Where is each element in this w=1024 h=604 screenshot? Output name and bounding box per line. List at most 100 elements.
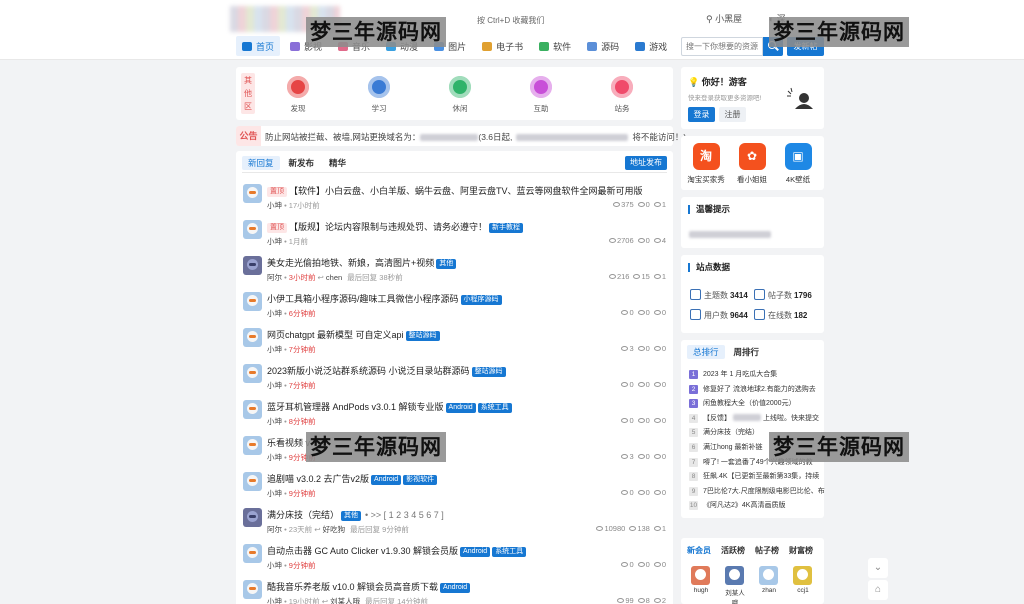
thread-title[interactable]: 乐看视频 v bbox=[267, 436, 310, 449]
category-badge[interactable]: 整站源码 bbox=[471, 367, 506, 377]
avatar[interactable] bbox=[243, 508, 262, 527]
thread-row[interactable]: 美女走光偷拍地铁、新娘，高清图片+视频 其他 阿尔 • 3小时前 ↩ chen 最后回… bbox=[236, 250, 673, 286]
member[interactable]: hugh bbox=[691, 566, 711, 594]
category-badge[interactable]: Android bbox=[445, 403, 476, 413]
nav-item[interactable]: 首页 bbox=[236, 36, 281, 56]
category-badge[interactable]: 其他 bbox=[436, 259, 457, 269]
thread-title[interactable]: 网页chatgpt 最新模型 可自定义api 整站源码 bbox=[267, 328, 440, 341]
avatar[interactable] bbox=[243, 220, 262, 239]
quick-link[interactable]: 站务 bbox=[602, 76, 642, 114]
rank-item[interactable]: 10 《阿凡达2》4K高清画质版 bbox=[689, 500, 785, 511]
nav-item[interactable]: 源码 bbox=[581, 36, 625, 56]
category-badge[interactable]: Android bbox=[460, 547, 491, 557]
tab-new-members[interactable]: 新会员 bbox=[687, 545, 711, 556]
thread-title[interactable]: 自动点击器 GC Auto Clicker v1.9.30 解锁会员版 Andro… bbox=[267, 544, 527, 557]
rank-item[interactable]: 4 【反馈】 上线啦。快来提交 bbox=[689, 413, 819, 423]
avatar[interactable] bbox=[243, 292, 262, 311]
avatar[interactable] bbox=[243, 256, 262, 275]
rank-item[interactable]: 2 修复好了 流浪地球2.有能力的选购去 bbox=[689, 384, 816, 394]
app-link[interactable]: 淘淘宝买家秀 bbox=[684, 143, 728, 185]
app-link[interactable]: ✿ 看小姐姐 bbox=[730, 143, 774, 185]
quick-link[interactable]: 休闲 bbox=[440, 76, 480, 114]
tab-active-members[interactable]: 活跃榜 bbox=[721, 545, 745, 556]
category-badge[interactable]: 影视软件 bbox=[403, 475, 438, 485]
thread-row[interactable]: 小伊工具箱小程序源码/趣味工具微信小程序源码 小程序源码 小坤 • 6分钟前 0 0 0 bbox=[236, 286, 673, 322]
login-button[interactable]: 登录 bbox=[688, 107, 715, 122]
blackroom-link[interactable]: ⚲ 小黑屋 bbox=[706, 14, 754, 24]
member[interactable]: 刘某人哦 bbox=[725, 566, 745, 604]
nav-item[interactable]: 电子书 bbox=[476, 36, 529, 56]
avatar[interactable] bbox=[793, 566, 812, 585]
last-replier[interactable]: 好吃狗 bbox=[323, 525, 346, 534]
quick-link[interactable]: 发现 bbox=[278, 76, 318, 114]
quick-link[interactable]: 互助 bbox=[521, 76, 561, 114]
thread-author[interactable]: 小坤 bbox=[267, 597, 282, 604]
address-publish-button[interactable]: 地址发布 bbox=[625, 156, 667, 170]
thread-title[interactable]: 酷我音乐养老版 v10.0 解锁会员高音质下载 Android bbox=[267, 580, 471, 593]
thread-row[interactable]: 追剧喵 v3.0.2 去广告v2版 Android 影视软件 小坤 • 9分钟前 0 0 0 bbox=[236, 466, 673, 502]
last-replier[interactable]: 刘某人哦 bbox=[330, 597, 360, 604]
thread-pages[interactable]: • >> [ 1 2 3 4 5 6 7 ] bbox=[365, 510, 444, 520]
thread-author[interactable]: 阿尔 bbox=[267, 273, 282, 282]
thread-title[interactable]: 2023新版小说泛站群系统源码 小说泛目录站群源码 整站源码 bbox=[267, 364, 506, 377]
thread-author[interactable]: 小坤 bbox=[267, 417, 282, 426]
avatar[interactable] bbox=[243, 400, 262, 419]
avatar[interactable] bbox=[243, 544, 262, 563]
category-badge[interactable]: 小程序源码 bbox=[460, 295, 502, 305]
thread-row[interactable]: 2023新版小说泛站群系统源码 小说泛目录站群源码 整站源码 小坤 • 7分钟前 0 0… bbox=[236, 358, 673, 394]
tab-featured[interactable]: 精华 bbox=[323, 156, 352, 170]
thread-title[interactable]: 小伊工具箱小程序源码/趣味工具微信小程序源码 小程序源码 bbox=[267, 292, 502, 305]
home-icon[interactable]: ⌂ bbox=[868, 580, 888, 600]
tab-new-posts[interactable]: 新发布 bbox=[283, 156, 321, 170]
nav-item[interactable]: 游戏 bbox=[629, 36, 673, 56]
member[interactable]: zhan bbox=[759, 566, 779, 594]
tab-weekly-rank[interactable]: 周排行 bbox=[728, 345, 766, 359]
thread-row[interactable]: 自动点击器 GC Auto Clicker v1.9.30 解锁会员版 Andro… bbox=[236, 538, 673, 574]
category-badge[interactable]: Android bbox=[371, 475, 402, 485]
thread-title[interactable]: 置顶 【软件】小白云盘、小白羊版、蜗牛云盘、阿里云盘TV、蓝云等网盘软件全网最新可… bbox=[267, 184, 643, 197]
avatar[interactable] bbox=[691, 566, 710, 585]
member[interactable]: ccj1 bbox=[793, 566, 813, 594]
thread-author[interactable]: 小坤 bbox=[267, 309, 282, 318]
category-badge[interactable]: 系统工具 bbox=[492, 547, 527, 557]
avatar[interactable] bbox=[243, 472, 262, 491]
thread-author[interactable]: 小坤 bbox=[267, 561, 282, 570]
nav-item[interactable]: 软件 bbox=[533, 36, 577, 56]
tab-total-rank[interactable]: 总排行 bbox=[687, 345, 725, 359]
thread-author[interactable]: 小坤 bbox=[267, 453, 282, 462]
quick-link[interactable]: 学习 bbox=[359, 76, 399, 114]
rank-item[interactable]: 3 闲鱼教程大全（价值2000元） bbox=[689, 398, 796, 409]
thread-row[interactable]: 蓝牙耳机管理器 AndPods v3.0.1 解锁专业版 Android 系统工具小… bbox=[236, 394, 673, 430]
thread-row[interactable]: 酷我音乐养老版 v10.0 解锁会员高音质下载 Android 小坤 • 19小时前… bbox=[236, 574, 673, 604]
avatar[interactable] bbox=[243, 328, 262, 347]
avatar[interactable] bbox=[243, 580, 262, 599]
thread-title[interactable]: 追剧喵 v3.0.2 去广告v2版 Android 影视软件 bbox=[267, 472, 438, 485]
rank-item[interactable]: 1 2023 年 1 月吃瓜大合集 bbox=[689, 369, 777, 379]
category-badge[interactable]: 整站源码 bbox=[405, 331, 440, 341]
category-badge[interactable]: 新手教程 bbox=[489, 223, 524, 233]
thread-row[interactable]: 满分床技（完结） 其他 • >> [ 1 2 3 4 5 6 7 ] 阿尔 • 23天… bbox=[236, 502, 673, 538]
tab-post-members[interactable]: 帖子榜 bbox=[755, 545, 779, 556]
register-button[interactable]: 注册 bbox=[719, 107, 746, 122]
avatar[interactable] bbox=[243, 364, 262, 383]
avatar[interactable] bbox=[725, 566, 744, 585]
thread-row[interactable]: 乐看视频 v 小坤 • 9分钟前 3 0 0 bbox=[236, 430, 673, 466]
thread-title[interactable]: 蓝牙耳机管理器 AndPods v3.0.1 解锁专业版 Android 系统工具 bbox=[267, 400, 512, 413]
category-badge[interactable]: 系统工具 bbox=[477, 403, 512, 413]
thread-row[interactable]: 置顶 【软件】小白云盘、小白羊版、蜗牛云盘、阿里云盘TV、蓝云等网盘软件全网最新可… bbox=[236, 178, 673, 214]
thread-title[interactable]: 美女走光偷拍地铁、新娘，高清图片+视频 其他 bbox=[267, 256, 457, 269]
app-link[interactable]: ▣ 4K壁纸 bbox=[776, 143, 820, 185]
thread-author[interactable]: 小坤 bbox=[267, 201, 282, 210]
thread-author[interactable]: 小坤 bbox=[267, 489, 282, 498]
thread-author[interactable]: 小坤 bbox=[267, 237, 282, 246]
rank-item[interactable]: 9 7巴比伦7大.尺度限制级电影巴比伦、布 bbox=[689, 486, 825, 496]
rank-item[interactable]: 5 满分床技（完结） bbox=[689, 427, 759, 438]
thread-title[interactable]: 置顶 【版规】论坛内容限制与违规处罚、请务必遵守！ 新手教程 bbox=[267, 220, 524, 233]
avatar[interactable] bbox=[243, 184, 262, 203]
rank-item[interactable]: 8 狂飙.4K【已更新至最新第33集，持续 bbox=[689, 471, 819, 482]
thread-author[interactable]: 阿尔 bbox=[267, 525, 282, 534]
category-badge[interactable]: Android bbox=[440, 583, 471, 593]
thread-author[interactable]: 小坤 bbox=[267, 381, 282, 390]
avatar[interactable] bbox=[759, 566, 778, 585]
category-badge[interactable]: 其他 bbox=[341, 511, 362, 521]
